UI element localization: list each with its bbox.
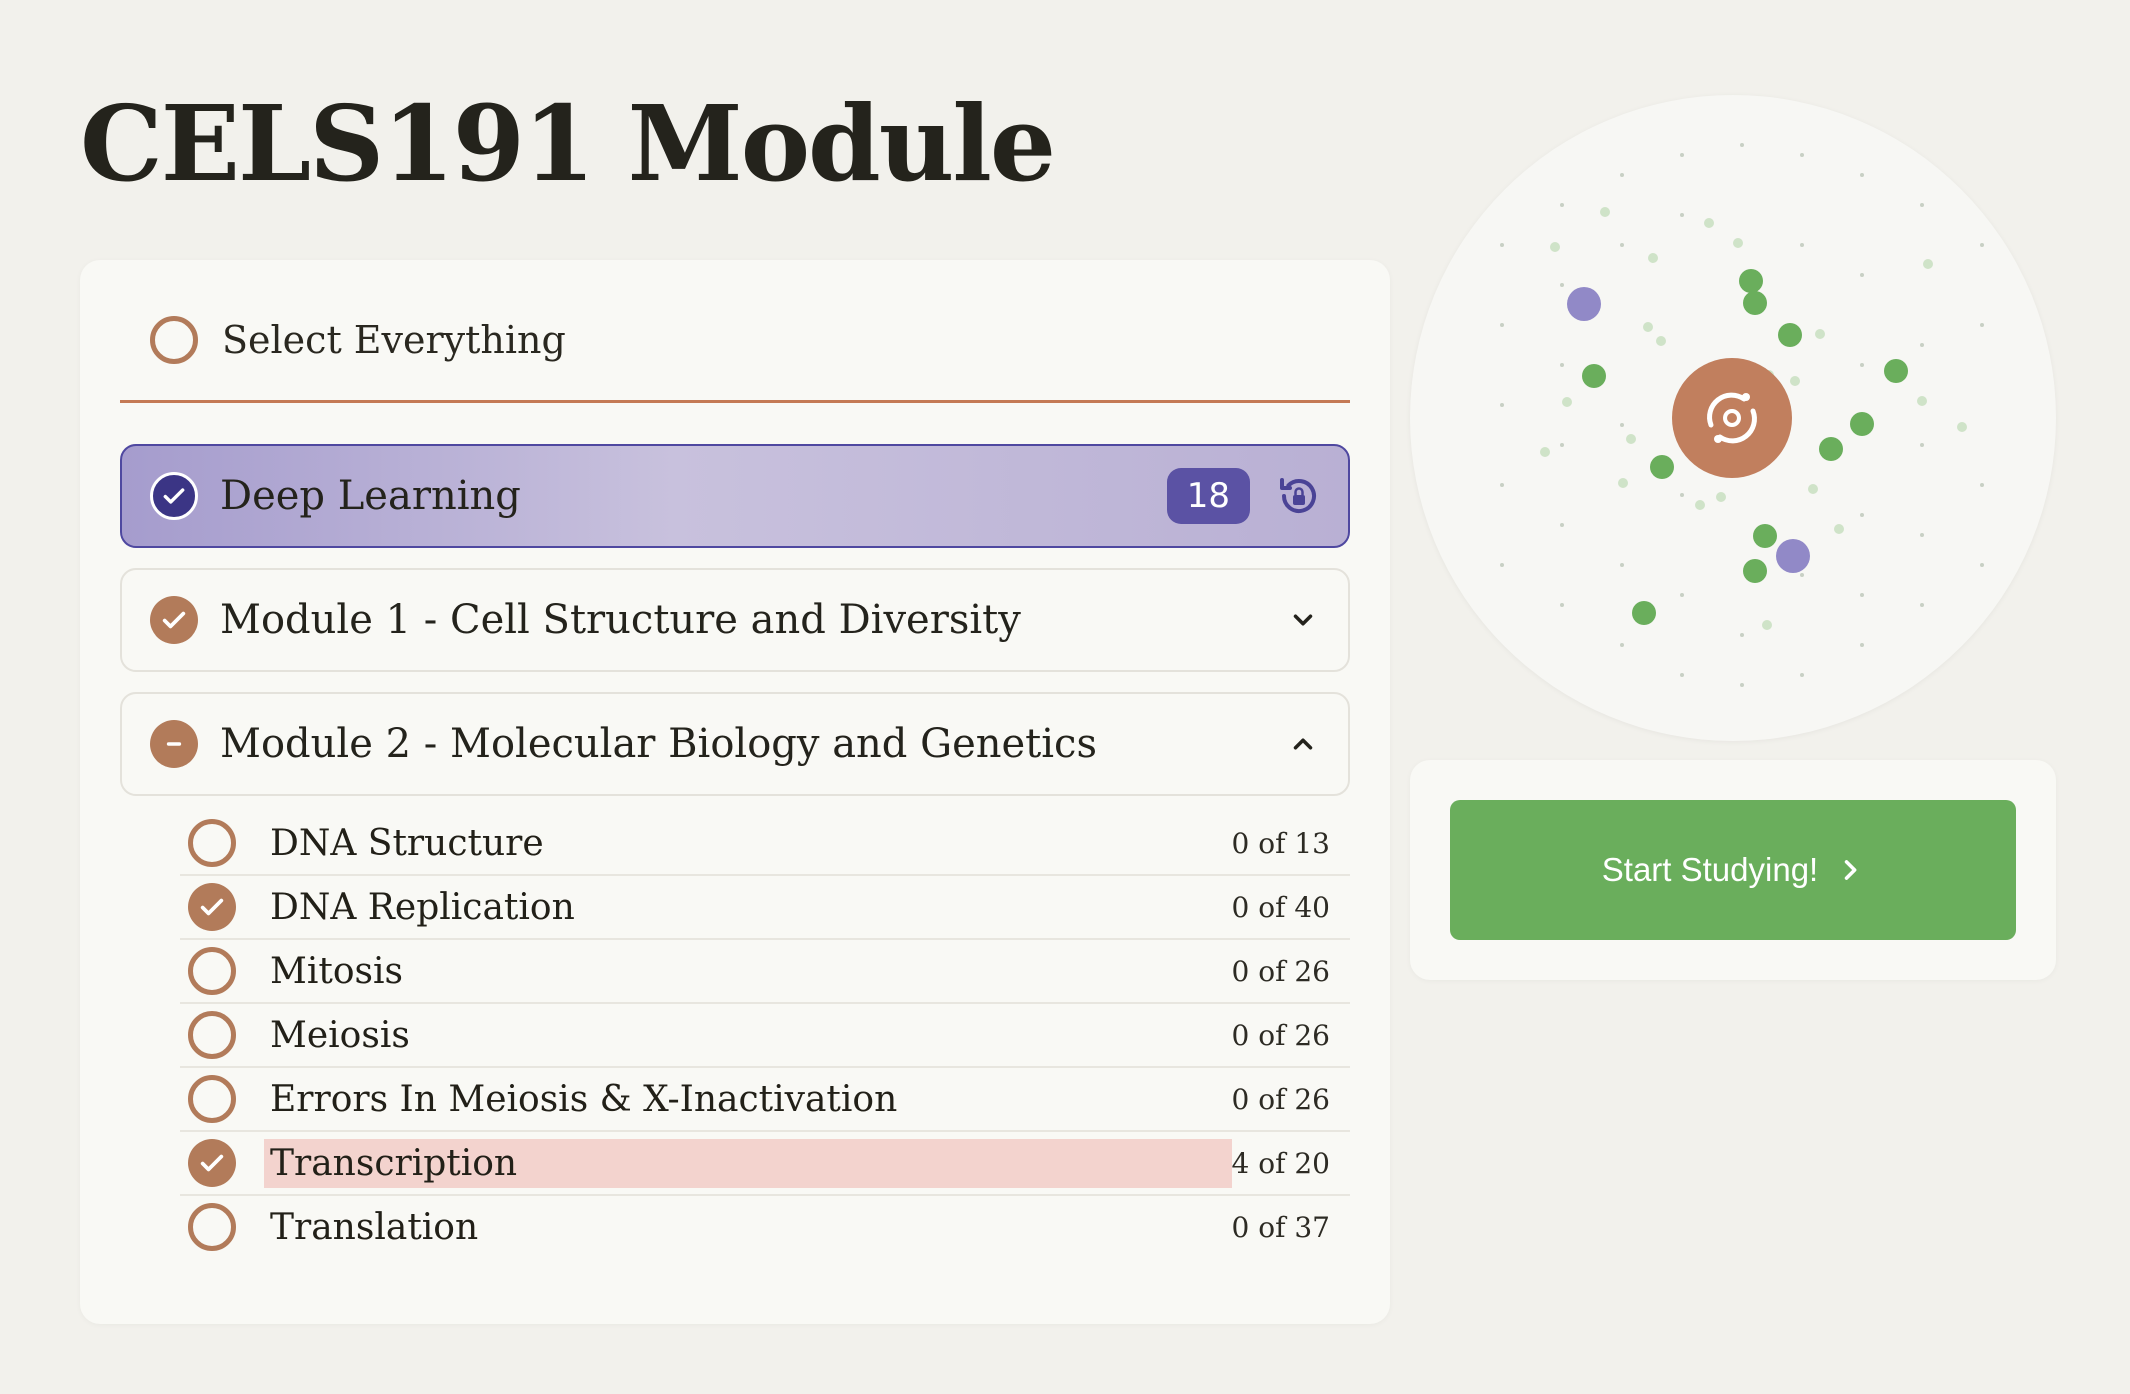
deep-learning-check[interactable] bbox=[150, 472, 198, 520]
module-2-topic-list: DNA Structure 0 of 13 DNA Replication 0 … bbox=[180, 812, 1350, 1258]
topic-progress: 0 of 26 bbox=[1231, 954, 1330, 988]
topic-progress: 0 of 26 bbox=[1231, 1018, 1330, 1052]
module-2-label: Module 2 - Molecular Biology and Genetic… bbox=[220, 721, 1097, 767]
topic-checkbox[interactable] bbox=[188, 819, 236, 867]
topic-selection-panel: Select Everything Deep Learning 18 Modul… bbox=[80, 260, 1390, 1324]
topic-checkbox[interactable] bbox=[188, 1075, 236, 1123]
topic-checkbox[interactable] bbox=[188, 947, 236, 995]
module-2-row[interactable]: Module 2 - Molecular Biology and Genetic… bbox=[120, 692, 1350, 796]
topic-progress: 0 of 40 bbox=[1231, 890, 1330, 924]
topic-name: Meiosis bbox=[270, 1014, 410, 1056]
node-graph bbox=[1500, 143, 1984, 687]
reset-lock-icon[interactable] bbox=[1274, 471, 1324, 521]
module-2-partial-check[interactable] bbox=[150, 720, 198, 768]
divider bbox=[120, 400, 1350, 403]
topic-progress: 0 of 26 bbox=[1231, 1082, 1330, 1116]
minus-icon bbox=[166, 742, 182, 746]
deep-learning-row[interactable]: Deep Learning 18 bbox=[120, 444, 1350, 548]
topic-progress: 0 of 13 bbox=[1231, 826, 1330, 860]
start-studying-button[interactable]: Start Studying! bbox=[1450, 800, 2016, 940]
module-1-check[interactable] bbox=[150, 596, 198, 644]
topic-name: Errors In Meiosis & X-Inactivation bbox=[270, 1078, 898, 1120]
topic-progress: 4 of 20 bbox=[1231, 1146, 1330, 1180]
select-everything-radio[interactable] bbox=[150, 316, 198, 364]
start-studying-card: Start Studying! bbox=[1410, 760, 2056, 980]
chevron-down-icon[interactable] bbox=[1288, 605, 1318, 635]
topic-checkbox[interactable] bbox=[188, 1011, 236, 1059]
check-icon bbox=[200, 1154, 224, 1172]
topic-item-dna-replication[interactable]: DNA Replication 0 of 40 bbox=[180, 876, 1350, 940]
sync-hub-icon[interactable] bbox=[1672, 358, 1792, 478]
topic-name: Translation bbox=[270, 1206, 479, 1248]
module-1-row[interactable]: Module 1 - Cell Structure and Diversity bbox=[120, 568, 1350, 672]
topic-name: DNA Structure bbox=[270, 822, 544, 864]
topic-item-dna-structure[interactable]: DNA Structure 0 of 13 bbox=[180, 812, 1350, 876]
topic-name: Mitosis bbox=[270, 950, 403, 992]
topic-item-errors-in-meiosis[interactable]: Errors In Meiosis & X-Inactivation 0 of … bbox=[180, 1068, 1350, 1132]
chevron-up-icon[interactable] bbox=[1288, 729, 1318, 759]
deep-learning-count-badge: 18 bbox=[1166, 468, 1250, 524]
topic-progress: 0 of 37 bbox=[1231, 1210, 1330, 1244]
topic-checkbox[interactable] bbox=[188, 883, 236, 931]
start-studying-label: Start Studying! bbox=[1601, 851, 1819, 888]
topic-checkbox[interactable] bbox=[188, 1203, 236, 1251]
page-title: CELS191 Module bbox=[80, 82, 1056, 205]
topic-item-transcription[interactable]: Transcription 4 of 20 bbox=[180, 1132, 1350, 1196]
topic-name: Transcription bbox=[264, 1138, 1232, 1188]
select-everything-label: Select Everything bbox=[222, 318, 566, 362]
check-icon bbox=[163, 488, 185, 504]
knowledge-graph-visualization bbox=[1410, 95, 2056, 741]
topic-checkbox[interactable] bbox=[188, 1139, 236, 1187]
check-icon bbox=[162, 611, 186, 629]
topic-item-translation[interactable]: Translation 0 of 37 bbox=[180, 1196, 1350, 1258]
module-1-label: Module 1 - Cell Structure and Diversity bbox=[220, 597, 1021, 643]
deep-learning-label: Deep Learning bbox=[220, 473, 521, 519]
topic-name: DNA Replication bbox=[270, 886, 575, 928]
check-icon bbox=[200, 898, 224, 916]
topic-item-mitosis[interactable]: Mitosis 0 of 26 bbox=[180, 940, 1350, 1004]
chevron-right-icon bbox=[1844, 860, 1857, 880]
topic-item-meiosis[interactable]: Meiosis 0 of 26 bbox=[180, 1004, 1350, 1068]
select-everything-option[interactable]: Select Everything bbox=[120, 300, 1350, 380]
